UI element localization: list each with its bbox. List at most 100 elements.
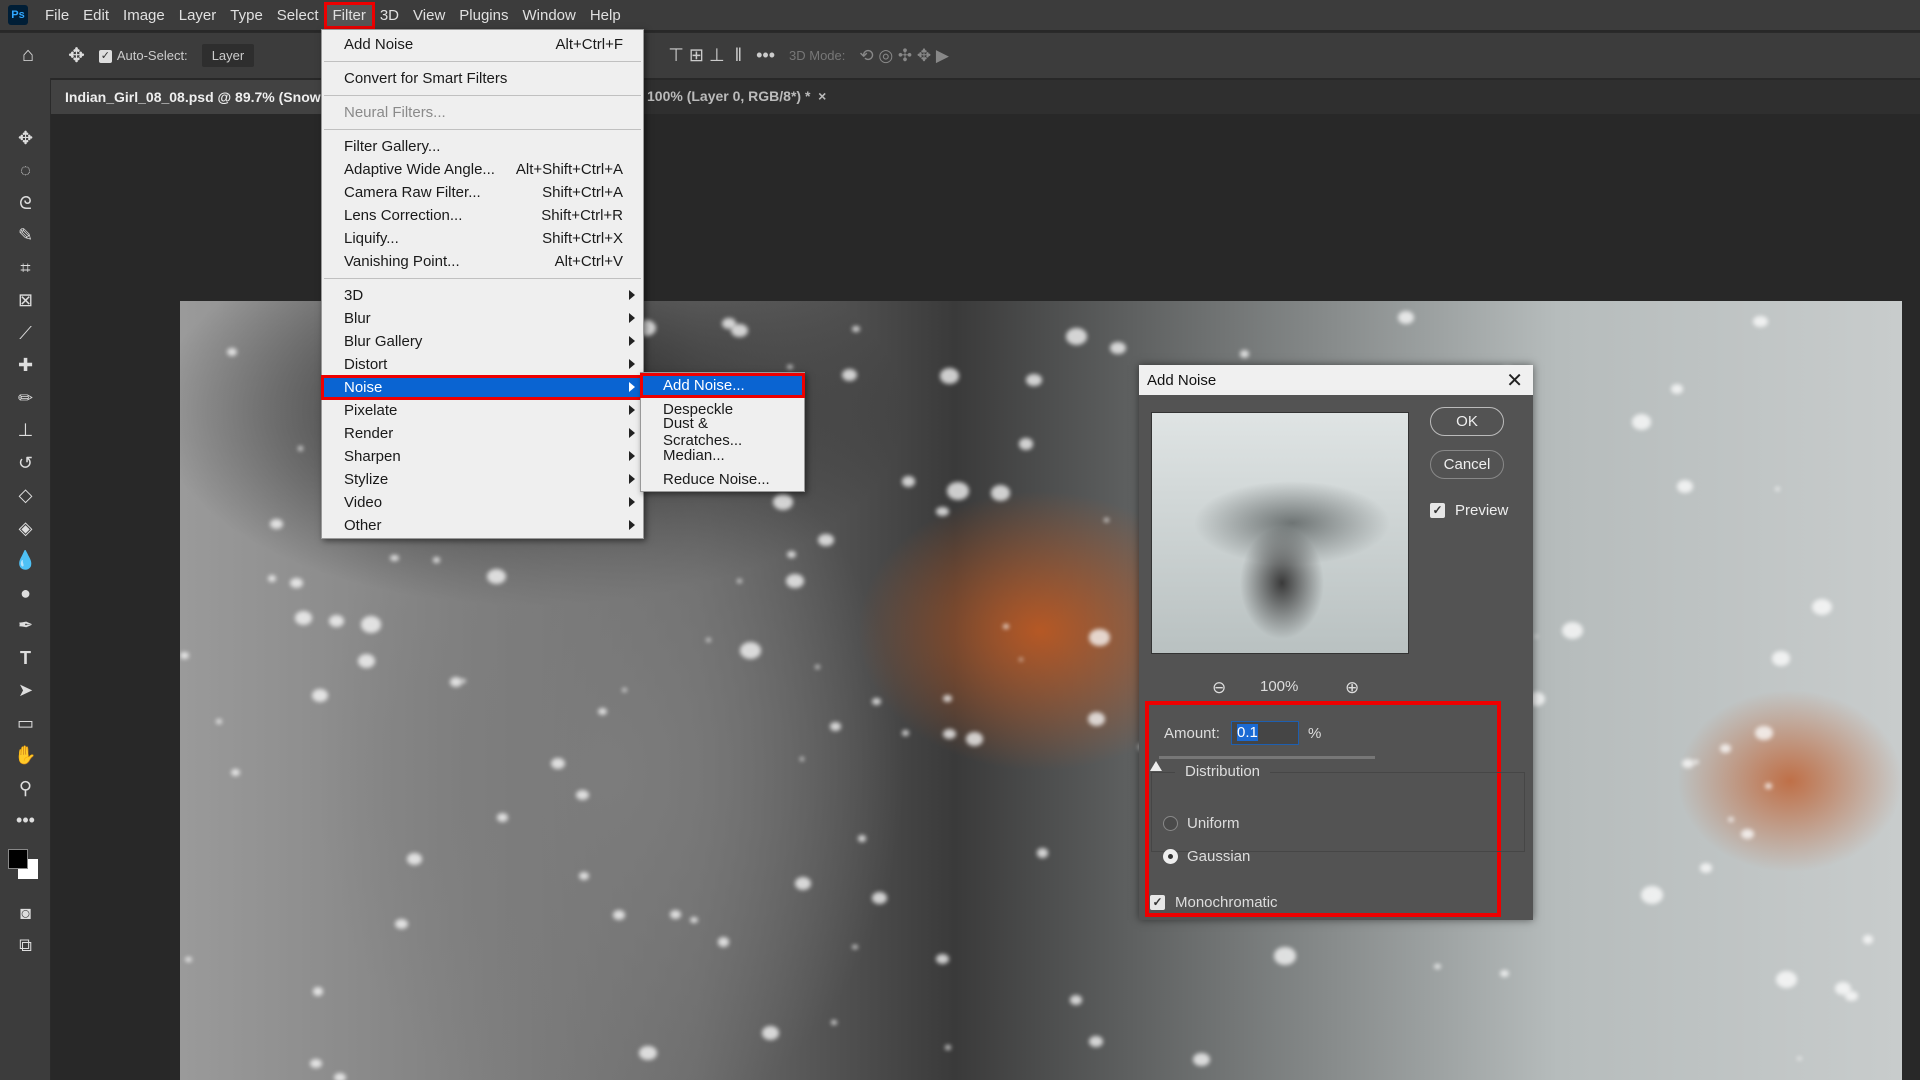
menu-item-sharpen[interactable]: Sharpen — [322, 445, 643, 468]
menu-window[interactable]: Window — [515, 4, 582, 27]
menu-file[interactable]: File — [38, 4, 76, 27]
menu-item-render[interactable]: Render — [322, 422, 643, 445]
snowflake — [935, 954, 949, 965]
dodge-tool-icon[interactable]: ● — [0, 577, 51, 610]
snowflake — [739, 642, 761, 660]
eyedropper-tool-icon[interactable]: ⟋ — [0, 317, 51, 350]
zoom-in-icon[interactable]: ⊕ — [1345, 678, 1359, 698]
menu-item[interactable]: Vanishing Point... Alt+Ctrl+V — [322, 250, 643, 273]
quick-mask-icon[interactable]: ◙ — [0, 897, 51, 930]
menu-view[interactable]: View — [406, 4, 452, 27]
menu-item[interactable]: Filter Gallery... — [322, 135, 643, 158]
item-label: Other — [344, 517, 382, 534]
cancel-button[interactable]: Cancel — [1430, 450, 1504, 479]
color-swatches[interactable] — [0, 837, 51, 897]
more-tools-icon[interactable]: ••• — [0, 805, 51, 838]
3d-mode-icons[interactable]: ⟲ ◎ ✣ ✥ ▶ — [859, 46, 949, 66]
quick-select-tool-icon[interactable]: ✎ — [0, 220, 51, 253]
tab-second-document[interactable]: 100% (Layer 0, RGB/8*) * × — [647, 88, 826, 104]
menu-item-stylize[interactable]: Stylize — [322, 468, 643, 491]
healing-brush-icon[interactable]: ✚ — [0, 350, 51, 383]
uniform-radio[interactable]: Uniform — [1163, 815, 1240, 832]
menu-item-other[interactable]: Other — [322, 514, 643, 537]
move-tool-icon[interactable]: ✥ — [68, 43, 85, 68]
align-icons[interactable]: ⊤ ⊞ ⊥ ‖ — [668, 45, 742, 66]
menu-item-pixelate[interactable]: Pixelate — [322, 399, 643, 422]
distribution-group — [1151, 772, 1525, 852]
snowflake — [216, 719, 222, 724]
menu-item[interactable]: Lens Correction... Shift+Ctrl+R — [322, 204, 643, 227]
home-icon[interactable]: ⌂ — [22, 44, 34, 67]
menu-item[interactable]: Camera Raw Filter... Shift+Ctrl+A — [322, 181, 643, 204]
menu-item-3d[interactable]: 3D — [322, 284, 643, 307]
snowflake — [395, 918, 408, 929]
lasso-tool-icon[interactable]: ᘓ — [0, 187, 51, 220]
menu-item-convert-smart-filters[interactable]: Convert for Smart Filters — [322, 67, 643, 90]
menu-select[interactable]: Select — [270, 4, 326, 27]
snowflake — [1693, 760, 1699, 765]
brush-tool-icon[interactable]: ✏ — [0, 382, 51, 415]
frame-tool-icon[interactable]: ⊠ — [0, 285, 51, 318]
paint-bucket-icon[interactable]: ◈ — [0, 512, 51, 545]
hand-tool-icon[interactable]: ✋ — [0, 740, 51, 773]
monochromatic-checkbox[interactable]: ✓ Monochromatic — [1150, 894, 1278, 911]
amount-input[interactable]: 0.1 — [1231, 721, 1299, 745]
amount-slider-track[interactable] — [1159, 756, 1375, 759]
tab-active-document[interactable]: Indian_Girl_08_08.psd @ 89.7% (Snow Ov — [51, 80, 321, 114]
noise-submenu-item[interactable]: Add Noise... — [640, 372, 805, 399]
menu-item-distort[interactable]: Distort — [322, 353, 643, 376]
close-icon[interactable]: ✕ — [1506, 368, 1523, 393]
menu-layer[interactable]: Layer — [172, 4, 224, 27]
stamp-tool-icon[interactable]: ⊥ — [0, 415, 51, 448]
move-tool-icon[interactable]: ✥ — [0, 122, 51, 155]
rectangle-tool-icon[interactable]: ▭ — [0, 707, 51, 740]
blur-tool-icon[interactable]: 💧 — [0, 545, 51, 578]
menu-item-blur-gallery[interactable]: Blur Gallery — [322, 330, 643, 353]
menu-3d[interactable]: 3D — [373, 4, 406, 27]
zoom-tool-icon[interactable]: ⚲ — [0, 772, 51, 805]
menu-edit[interactable]: Edit — [76, 4, 116, 27]
tab-second-label: 100% (Layer 0, RGB/8*) * — [647, 88, 811, 104]
filter-preview-image[interactable] — [1151, 412, 1409, 654]
menu-plugins[interactable]: Plugins — [452, 4, 515, 27]
menu-filter[interactable]: Filter — [323, 1, 375, 29]
snowflake — [689, 916, 698, 924]
submenu-arrow-icon — [629, 336, 635, 346]
more-icon[interactable]: ••• — [756, 45, 775, 66]
preview-checkbox[interactable]: ✓ Preview — [1430, 502, 1508, 519]
menu-item-last-filter[interactable]: Add Noise Alt+Ctrl+F — [322, 33, 643, 56]
gaussian-radio[interactable]: Gaussian — [1163, 848, 1250, 865]
snowflake — [1699, 863, 1712, 873]
snowflake — [1397, 311, 1415, 325]
eraser-tool-icon[interactable]: ◇ — [0, 480, 51, 513]
zoom-out-icon[interactable]: ⊖ — [1212, 678, 1226, 698]
menu-item-blur[interactable]: Blur — [322, 307, 643, 330]
noise-submenu-item[interactable]: Dust & Scratches... — [641, 415, 804, 449]
type-tool-icon[interactable]: T — [0, 642, 51, 675]
menu-type[interactable]: Type — [223, 4, 270, 27]
menu-item-video[interactable]: Video — [322, 491, 643, 514]
noise-submenu-item[interactable]: Reduce Noise... — [641, 468, 804, 491]
amount-slider-thumb[interactable] — [1150, 761, 1162, 771]
noise-submenu-item[interactable]: Median... — [641, 444, 804, 467]
ok-button[interactable]: OK — [1430, 407, 1504, 436]
screen-mode-icon[interactable]: ⧉ — [0, 930, 51, 963]
path-select-icon[interactable]: ➤ — [0, 675, 51, 708]
history-brush-icon[interactable]: ↺ — [0, 447, 51, 480]
menu-item-noise[interactable]: Noise — [321, 375, 644, 400]
snowflake — [787, 551, 797, 559]
marquee-tool-icon[interactable]: ◌ — [0, 155, 51, 188]
snowflake — [818, 533, 834, 546]
menu-help[interactable]: Help — [583, 4, 628, 27]
item-label: Blur Gallery — [344, 333, 423, 350]
menu-image[interactable]: Image — [116, 4, 172, 27]
menu-item[interactable]: Liquify... Shift+Ctrl+X — [322, 227, 643, 250]
snowflake — [597, 707, 608, 716]
pen-tool-icon[interactable]: ✒ — [0, 610, 51, 643]
crop-tool-icon[interactable]: ⌗ — [0, 252, 51, 285]
layer-select[interactable]: Layer — [201, 44, 255, 67]
close-tab-icon[interactable]: × — [814, 88, 826, 104]
menu-item[interactable]: Adaptive Wide Angle... Alt+Shift+Ctrl+A — [322, 158, 643, 181]
snowflake — [901, 729, 910, 736]
auto-select-checkbox[interactable]: ✓ Auto-Select: — [98, 48, 188, 64]
